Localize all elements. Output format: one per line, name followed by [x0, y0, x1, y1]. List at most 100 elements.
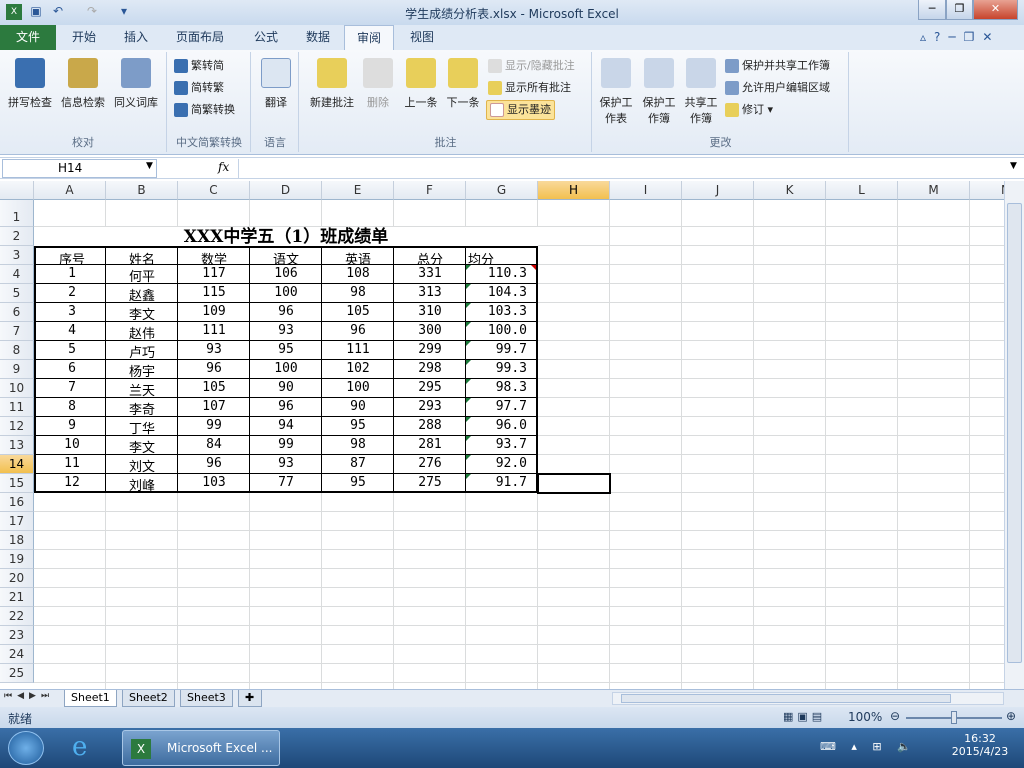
worksheet-grid[interactable]: ABCDEFGHIJKLMN12345678910111213141516171…: [0, 181, 1004, 689]
thesaurus-button[interactable]: 同义词库: [110, 58, 162, 110]
protect-sheet-button[interactable]: 保护工作表: [597, 58, 635, 126]
research-button[interactable]: 信息检索: [58, 58, 108, 110]
tab-formulas[interactable]: 公式: [242, 25, 290, 50]
table-cell[interactable]: 103: [178, 474, 250, 493]
row-header[interactable]: 15: [0, 474, 34, 493]
table-cell[interactable]: 293: [394, 398, 466, 417]
table-cell[interactable]: 295: [394, 379, 466, 398]
zoom-out-icon[interactable]: ⊖: [890, 709, 900, 723]
table-cell[interactable]: 331: [394, 265, 466, 284]
delete-comment-button[interactable]: 删除: [362, 58, 394, 110]
table-cell[interactable]: 115: [178, 284, 250, 303]
name-box-dropdown-icon[interactable]: ▼: [146, 161, 153, 171]
restore-button[interactable]: ❐: [946, 0, 973, 20]
column-header[interactable]: B: [106, 181, 178, 200]
table-cell[interactable]: 99.3: [466, 360, 538, 379]
table-cell[interactable]: 94: [250, 417, 322, 436]
row-header[interactable]: 19: [0, 550, 34, 569]
table-cell[interactable]: 310: [394, 303, 466, 322]
tab-data[interactable]: 数据: [294, 25, 342, 50]
internet-explorer-icon[interactable]: e: [72, 732, 87, 762]
table-cell[interactable]: 299: [394, 341, 466, 360]
table-cell[interactable]: 91.7: [466, 474, 538, 493]
table-cell[interactable]: 98: [322, 284, 394, 303]
sheet-tab-sheet3[interactable]: Sheet3: [180, 690, 233, 707]
table-cell[interactable]: 108: [322, 265, 394, 284]
table-cell[interactable]: 11: [34, 455, 106, 474]
table-cell[interactable]: 李文: [106, 436, 178, 456]
column-header[interactable]: G: [466, 181, 538, 200]
table-cell[interactable]: 300: [394, 322, 466, 341]
table-cell[interactable]: 90: [250, 379, 322, 398]
table-cell[interactable]: 102: [322, 360, 394, 379]
table-cell[interactable]: 92.0: [466, 455, 538, 474]
share-workbook-button[interactable]: 共享工作簿: [681, 58, 721, 126]
protect-workbook-button[interactable]: 保护工作簿: [639, 58, 679, 126]
sheet-nav-icon[interactable]: ⏮◀▶⏭: [4, 691, 54, 701]
start-button[interactable]: [8, 731, 44, 765]
table-cell[interactable]: 105: [322, 303, 394, 322]
row-header[interactable]: 5: [0, 284, 34, 303]
table-cell[interactable]: 313: [394, 284, 466, 303]
hscroll-thumb[interactable]: [621, 694, 951, 703]
row-header[interactable]: 17: [0, 512, 34, 531]
translate-button[interactable]: 翻译: [256, 58, 296, 110]
table-cell[interactable]: 刘文: [106, 455, 178, 475]
column-header[interactable]: I: [610, 181, 682, 200]
table-cell[interactable]: 卢巧: [106, 341, 178, 361]
zoom-slider-thumb[interactable]: [951, 711, 957, 724]
show-ink-button[interactable]: 显示墨迹: [486, 100, 555, 120]
column-header[interactable]: C: [178, 181, 250, 200]
table-cell[interactable]: 95: [322, 474, 394, 493]
row-header[interactable]: 9: [0, 360, 34, 379]
table-cell[interactable]: 117: [178, 265, 250, 284]
table-cell[interactable]: 2: [34, 284, 106, 303]
table-cell[interactable]: 赵伟: [106, 322, 178, 342]
column-header[interactable]: E: [322, 181, 394, 200]
column-header[interactable]: K: [754, 181, 826, 200]
table-cell[interactable]: 丁华: [106, 417, 178, 437]
row-header[interactable]: 24: [0, 645, 34, 664]
table-cell[interactable]: 李奇: [106, 398, 178, 418]
zoom-level[interactable]: 100%: [848, 710, 882, 724]
ribbon-controls-icon[interactable]: ▵?─❐✕: [920, 30, 1000, 44]
sheet-title[interactable]: XXX中学五（1）班成绩单: [34, 227, 538, 247]
table-cell[interactable]: 1: [34, 265, 106, 284]
row-header[interactable]: 21: [0, 588, 34, 607]
track-changes-button[interactable]: 修订 ▾: [725, 100, 773, 120]
name-box[interactable]: H14: [2, 159, 157, 178]
tab-insert[interactable]: 插入: [112, 25, 160, 50]
table-cell[interactable]: 93.7: [466, 436, 538, 455]
row-header[interactable]: 4: [0, 265, 34, 284]
table-cell[interactable]: 97.7: [466, 398, 538, 417]
row-header[interactable]: 11: [0, 398, 34, 417]
table-cell[interactable]: 103.3: [466, 303, 538, 322]
row-header[interactable]: 20: [0, 569, 34, 588]
row-header[interactable]: 1: [0, 200, 34, 227]
table-cell[interactable]: 275: [394, 474, 466, 493]
column-header[interactable]: H: [538, 181, 610, 200]
previous-comment-button[interactable]: 上一条: [400, 58, 442, 110]
table-cell[interactable]: 100: [250, 284, 322, 303]
table-cell[interactable]: 93: [178, 341, 250, 360]
table-header-cell[interactable]: 总分: [394, 246, 466, 268]
table-cell[interactable]: 12: [34, 474, 106, 493]
table-cell[interactable]: 84: [178, 436, 250, 455]
table-cell[interactable]: 96: [322, 322, 394, 341]
row-header[interactable]: 23: [0, 626, 34, 645]
new-comment-button[interactable]: 新建批注: [306, 58, 358, 110]
table-cell[interactable]: 93: [250, 455, 322, 474]
table-cell[interactable]: 兰天: [106, 379, 178, 399]
table-cell[interactable]: 8: [34, 398, 106, 417]
formula-input[interactable]: [238, 159, 1008, 178]
row-header[interactable]: 7: [0, 322, 34, 341]
table-header-cell[interactable]: 均分: [466, 246, 538, 268]
table-cell[interactable]: 5: [34, 341, 106, 360]
table-cell[interactable]: 100.0: [466, 322, 538, 341]
sheet-tab-sheet2[interactable]: Sheet2: [122, 690, 175, 707]
column-header[interactable]: D: [250, 181, 322, 200]
close-button[interactable]: ✕: [973, 0, 1018, 20]
table-cell[interactable]: 99: [250, 436, 322, 455]
row-header[interactable]: 25: [0, 664, 34, 683]
row-header[interactable]: 3: [0, 246, 34, 265]
